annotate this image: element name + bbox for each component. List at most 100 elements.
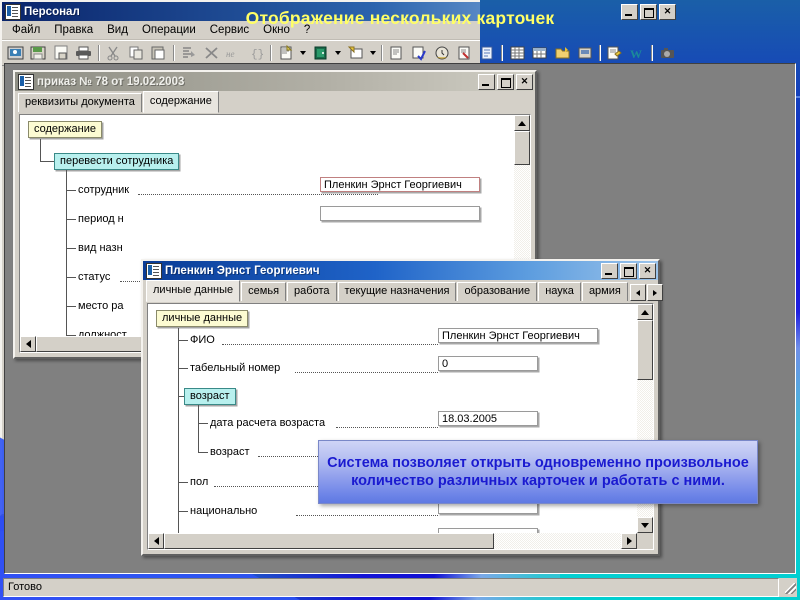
document-icon[interactable] — [386, 43, 408, 64]
dropdown-arrow-icon[interactable] — [333, 43, 344, 63]
leader-dots — [336, 427, 438, 428]
card-canvas-frame: личные данные ФИО Пленкин Эрнст Георгиев… — [147, 303, 654, 550]
minimize-button[interactable] — [621, 3, 638, 20]
grid-icon[interactable] — [529, 43, 551, 64]
card-tree-root[interactable]: личные данные — [156, 310, 249, 327]
undo-icon[interactable]: не — [223, 43, 245, 64]
toolbar-separator — [597, 44, 603, 62]
dropdown-arrow-icon[interactable] — [298, 43, 309, 63]
toolbar-separator — [499, 44, 505, 62]
document-window-controls: ✕ — [478, 73, 533, 90]
field-period[interactable] — [320, 206, 480, 221]
card-close-button[interactable]: ✕ — [639, 262, 656, 279]
scroll-thumb[interactable] — [164, 533, 494, 549]
tab-education[interactable]: образование — [457, 282, 538, 301]
scroll-thumb[interactable] — [637, 320, 653, 380]
tree-connector — [198, 423, 208, 424]
document-maximize-button[interactable] — [497, 73, 514, 90]
tree-connector — [66, 219, 76, 220]
new-document-icon[interactable] — [275, 43, 297, 64]
clock-icon[interactable] — [431, 43, 453, 64]
tab-personal-data[interactable]: личные данные — [146, 280, 241, 302]
tab-family[interactable]: семья — [241, 282, 287, 301]
tree-node-group[interactable]: перевести сотрудника — [54, 153, 180, 170]
document-close-button[interactable]: ✕ — [516, 73, 533, 90]
open-card-icon[interactable] — [5, 43, 27, 64]
card-tree-group-age[interactable]: возраст — [184, 388, 236, 405]
tree-connector — [198, 452, 208, 453]
svg-text:W: W — [630, 47, 642, 61]
table-icon[interactable] — [506, 43, 528, 64]
field-personnel-number[interactable]: 0 — [438, 356, 538, 371]
format-icon[interactable] — [178, 43, 200, 64]
tab-document-requisites[interactable]: реквизиты документа — [18, 93, 142, 112]
tree-connector — [66, 306, 76, 307]
card-row-label: табельный номер — [190, 362, 281, 374]
red-document-icon[interactable] — [454, 43, 476, 64]
resize-grip-icon[interactable] — [782, 580, 797, 595]
scroll-left-button[interactable] — [20, 336, 36, 352]
close-button[interactable]: ✕ — [659, 3, 676, 20]
tree-node-root[interactable]: содержание — [28, 121, 102, 138]
tab-work[interactable]: работа — [287, 282, 337, 301]
scroll-up-button[interactable] — [514, 115, 530, 131]
scroll-right-button[interactable] — [621, 533, 637, 549]
field-age-calc-date[interactable]: 18.03.2005 — [438, 411, 538, 426]
braces-icon[interactable]: {} — [246, 43, 268, 64]
card-tabstrip: личные данные семья работа текущие назна… — [143, 280, 663, 302]
tab-scroll-right-button[interactable] — [646, 284, 663, 301]
save-icon[interactable] — [28, 43, 50, 64]
new-report-icon[interactable] — [344, 43, 366, 64]
scroll-down-button[interactable] — [637, 517, 653, 533]
leader-dots — [296, 515, 438, 516]
open-folder-icon[interactable] — [552, 43, 574, 64]
dropdown-arrow-icon[interactable] — [367, 43, 378, 63]
tree-row-label: сотрудник — [78, 184, 130, 196]
toolbar-separator — [649, 44, 655, 62]
save-as-icon[interactable] — [50, 43, 72, 64]
scroll-left-button[interactable] — [148, 533, 164, 549]
tree-connector — [66, 277, 76, 278]
card-window-title: Пленкин Эрнст Георгиевич — [165, 264, 320, 277]
paste-icon[interactable] — [148, 43, 170, 64]
checked-document-icon[interactable] — [409, 43, 431, 64]
card-minimize-button[interactable] — [601, 262, 618, 279]
delete-icon[interactable] — [200, 43, 222, 64]
status-text: Готово — [3, 578, 779, 597]
tab-scroll-left-button[interactable] — [629, 284, 646, 301]
properties-icon[interactable] — [574, 43, 596, 64]
tab-document-content[interactable]: содержание — [142, 91, 219, 113]
tab-science[interactable]: наука — [538, 282, 581, 301]
tree-connector — [178, 482, 188, 483]
document-minimize-button[interactable] — [478, 73, 495, 90]
application-window: Персонал ✕ Файл Правка Вид Операции Серв… — [0, 0, 797, 597]
new-folder-icon[interactable] — [310, 43, 332, 64]
card-horizontal-scrollbar[interactable] — [148, 533, 637, 549]
scroll-thumb[interactable] — [514, 131, 530, 165]
edit-doc-icon[interactable] — [604, 43, 626, 64]
print-icon[interactable] — [73, 43, 95, 64]
tab-army[interactable]: армия — [581, 282, 628, 301]
tree-row-label: должност — [78, 329, 127, 336]
tree-row-label: вид назн — [78, 242, 123, 254]
cut-icon[interactable] — [103, 43, 125, 64]
tree-connector — [198, 405, 199, 453]
scroll-up-button[interactable] — [637, 304, 653, 320]
word-export-icon[interactable]: W — [627, 43, 649, 64]
blue-document-icon[interactable] — [477, 43, 499, 64]
card-maximize-button[interactable] — [620, 262, 637, 279]
tab-current-assignments[interactable]: текущие назначения — [337, 282, 457, 301]
leader-dots — [222, 344, 438, 345]
tree-connector — [40, 139, 41, 161]
scrollbar-corner — [637, 533, 653, 549]
camera-icon[interactable] — [656, 43, 678, 64]
leader-dots — [295, 372, 438, 373]
field-employee[interactable]: Пленкин Эрнст Георгиевич — [320, 177, 480, 192]
toolbar-separator — [96, 44, 102, 62]
toolbar-separator — [171, 44, 177, 62]
tree-connector — [66, 190, 76, 191]
field-fio[interactable]: Пленкин Эрнст Георгиевич — [438, 328, 598, 343]
page-title: Отображение нескольких карточек — [245, 8, 555, 28]
maximize-button[interactable] — [640, 3, 657, 20]
copy-icon[interactable] — [125, 43, 147, 64]
